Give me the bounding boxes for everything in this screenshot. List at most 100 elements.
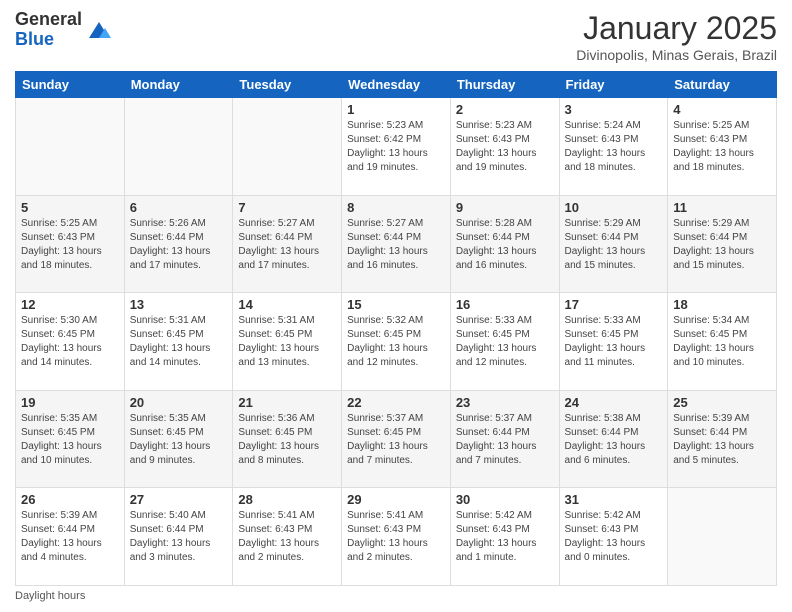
day-cell: [668, 488, 777, 586]
day-number: 17: [565, 297, 663, 312]
day-cell: 2 Sunrise: 5:23 AM Sunset: 6:43 PM Daylig…: [450, 98, 559, 196]
day-info: Sunrise: 5:34 AM Sunset: 6:45 PM Dayligh…: [673, 314, 771, 370]
day-info: Sunrise: 5:35 AM Sunset: 6:45 PM Dayligh…: [21, 412, 119, 468]
day-number: 2: [456, 102, 554, 117]
logo: General Blue: [15, 10, 113, 50]
day-info: Sunrise: 5:40 AM Sunset: 6:44 PM Dayligh…: [130, 509, 228, 565]
day-cell: 18 Sunrise: 5:34 AM Sunset: 6:45 PM Dayli…: [668, 293, 777, 391]
day-cell: 19Sunrise: 5:35 AM Sunset: 6:45 PM Dayli…: [16, 390, 125, 488]
day-info: Sunrise: 5:33 AM Sunset: 6:45 PM Dayligh…: [456, 314, 554, 370]
day-number: 24: [565, 395, 663, 410]
day-info: Sunrise: 5:25 AM Sunset: 6:43 PM Dayligh…: [673, 119, 771, 175]
month-title: January 2025: [576, 10, 777, 47]
day-cell: 15 Sunrise: 5:32 AM Sunset: 6:45 PM Dayli…: [342, 293, 451, 391]
day-info: Sunrise: 5:42 AM Sunset: 6:43 PM Dayligh…: [456, 509, 554, 565]
day-cell: 11 Sunrise: 5:29 AM Sunset: 6:44 PM Dayli…: [668, 195, 777, 293]
day-number: 15: [347, 297, 445, 312]
day-number: 12: [21, 297, 119, 312]
day-info: Sunrise: 5:31 AM Sunset: 6:45 PM Dayligh…: [238, 314, 336, 370]
day-info: Sunrise: 5:39 AM Sunset: 6:44 PM Dayligh…: [673, 412, 771, 468]
day-number: 31: [565, 492, 663, 507]
day-cell: 4 Sunrise: 5:25 AM Sunset: 6:43 PM Daylig…: [668, 98, 777, 196]
day-info: Sunrise: 5:31 AM Sunset: 6:45 PM Dayligh…: [130, 314, 228, 370]
day-info: Sunrise: 5:30 AM Sunset: 6:45 PM Dayligh…: [21, 314, 119, 370]
daylight-label: Daylight hours: [15, 590, 85, 602]
day-cell: 12 Sunrise: 5:30 AM Sunset: 6:45 PM Dayli…: [16, 293, 125, 391]
day-cell: 25 Sunrise: 5:39 AM Sunset: 6:44 PM Dayli…: [668, 390, 777, 488]
weekday-header-row: SundayMondayTuesdayWednesdayThursdayFrid…: [16, 72, 777, 98]
day-info: Sunrise: 5:38 AM Sunset: 6:44 PM Dayligh…: [565, 412, 663, 468]
day-info: Sunrise: 5:29 AM Sunset: 6:44 PM Dayligh…: [673, 217, 771, 273]
weekday-header-wednesday: Wednesday: [342, 72, 451, 98]
day-number: 16: [456, 297, 554, 312]
day-number: 3: [565, 102, 663, 117]
day-number: 30: [456, 492, 554, 507]
day-cell: 7Sunrise: 5:27 AM Sunset: 6:44 PM Daylig…: [233, 195, 342, 293]
day-number: 4: [673, 102, 771, 117]
logo-blue-text: Blue: [15, 29, 54, 49]
day-info: Sunrise: 5:41 AM Sunset: 6:43 PM Dayligh…: [238, 509, 336, 565]
day-number: 29: [347, 492, 445, 507]
location: Divinopolis, Minas Gerais, Brazil: [576, 47, 777, 63]
day-cell: 24 Sunrise: 5:38 AM Sunset: 6:44 PM Dayli…: [559, 390, 668, 488]
weekday-header-sunday: Sunday: [16, 72, 125, 98]
weekday-header-monday: Monday: [124, 72, 233, 98]
day-info: Sunrise: 5:39 AM Sunset: 6:44 PM Dayligh…: [21, 509, 119, 565]
day-cell: 8Sunrise: 5:27 AM Sunset: 6:44 PM Daylig…: [342, 195, 451, 293]
day-info: Sunrise: 5:37 AM Sunset: 6:44 PM Dayligh…: [456, 412, 554, 468]
day-info: Sunrise: 5:27 AM Sunset: 6:44 PM Dayligh…: [347, 217, 445, 273]
footer: Daylight hours: [15, 590, 777, 602]
day-info: Sunrise: 5:25 AM Sunset: 6:43 PM Dayligh…: [21, 217, 119, 273]
day-info: Sunrise: 5:35 AM Sunset: 6:45 PM Dayligh…: [130, 412, 228, 468]
header: General Blue January 2025 Divinopolis, M…: [15, 10, 777, 63]
day-info: Sunrise: 5:33 AM Sunset: 6:45 PM Dayligh…: [565, 314, 663, 370]
day-info: Sunrise: 5:23 AM Sunset: 6:43 PM Dayligh…: [456, 119, 554, 175]
week-row-3: 12 Sunrise: 5:30 AM Sunset: 6:45 PM Dayli…: [16, 293, 777, 391]
logo-icon: [85, 16, 113, 44]
day-cell: 30 Sunrise: 5:42 AM Sunset: 6:43 PM Dayli…: [450, 488, 559, 586]
day-info: Sunrise: 5:36 AM Sunset: 6:45 PM Dayligh…: [238, 412, 336, 468]
day-info: Sunrise: 5:29 AM Sunset: 6:44 PM Dayligh…: [565, 217, 663, 273]
day-cell: 10 Sunrise: 5:29 AM Sunset: 6:44 PM Dayli…: [559, 195, 668, 293]
day-cell: 27 Sunrise: 5:40 AM Sunset: 6:44 PM Dayli…: [124, 488, 233, 586]
day-cell: 29 Sunrise: 5:41 AM Sunset: 6:43 PM Dayli…: [342, 488, 451, 586]
day-number: 26: [21, 492, 119, 507]
day-number: 25: [673, 395, 771, 410]
day-info: Sunrise: 5:42 AM Sunset: 6:43 PM Dayligh…: [565, 509, 663, 565]
day-number: 18: [673, 297, 771, 312]
day-number: 27: [130, 492, 228, 507]
logo-general-text: General: [15, 9, 82, 29]
page: General Blue January 2025 Divinopolis, M…: [0, 0, 792, 612]
day-info: Sunrise: 5:26 AM Sunset: 6:44 PM Dayligh…: [130, 217, 228, 273]
day-cell: [16, 98, 125, 196]
day-number: 20: [130, 395, 228, 410]
day-cell: 16 Sunrise: 5:33 AM Sunset: 6:45 PM Dayli…: [450, 293, 559, 391]
week-row-5: 26 Sunrise: 5:39 AM Sunset: 6:44 PM Dayli…: [16, 488, 777, 586]
day-number: 6: [130, 200, 228, 215]
day-info: Sunrise: 5:24 AM Sunset: 6:43 PM Dayligh…: [565, 119, 663, 175]
weekday-header-tuesday: Tuesday: [233, 72, 342, 98]
day-info: Sunrise: 5:28 AM Sunset: 6:44 PM Dayligh…: [456, 217, 554, 273]
day-cell: 22Sunrise: 5:37 AM Sunset: 6:45 PM Dayli…: [342, 390, 451, 488]
day-cell: [124, 98, 233, 196]
day-number: 10: [565, 200, 663, 215]
day-cell: 5Sunrise: 5:25 AM Sunset: 6:43 PM Daylig…: [16, 195, 125, 293]
day-cell: 14Sunrise: 5:31 AM Sunset: 6:45 PM Dayli…: [233, 293, 342, 391]
day-number: 7: [238, 200, 336, 215]
day-cell: 28Sunrise: 5:41 AM Sunset: 6:43 PM Dayli…: [233, 488, 342, 586]
day-info: Sunrise: 5:32 AM Sunset: 6:45 PM Dayligh…: [347, 314, 445, 370]
week-row-2: 5Sunrise: 5:25 AM Sunset: 6:43 PM Daylig…: [16, 195, 777, 293]
day-cell: 17 Sunrise: 5:33 AM Sunset: 6:45 PM Dayli…: [559, 293, 668, 391]
day-cell: 13Sunrise: 5:31 AM Sunset: 6:45 PM Dayli…: [124, 293, 233, 391]
week-row-1: 1Sunrise: 5:23 AM Sunset: 6:42 PM Daylig…: [16, 98, 777, 196]
day-number: 23: [456, 395, 554, 410]
day-cell: 1Sunrise: 5:23 AM Sunset: 6:42 PM Daylig…: [342, 98, 451, 196]
day-cell: 9 Sunrise: 5:28 AM Sunset: 6:44 PM Daylig…: [450, 195, 559, 293]
day-info: Sunrise: 5:41 AM Sunset: 6:43 PM Dayligh…: [347, 509, 445, 565]
day-number: 22: [347, 395, 445, 410]
day-cell: 23 Sunrise: 5:37 AM Sunset: 6:44 PM Dayli…: [450, 390, 559, 488]
day-number: 21: [238, 395, 336, 410]
day-cell: 3 Sunrise: 5:24 AM Sunset: 6:43 PM Daylig…: [559, 98, 668, 196]
day-number: 9: [456, 200, 554, 215]
day-number: 11: [673, 200, 771, 215]
